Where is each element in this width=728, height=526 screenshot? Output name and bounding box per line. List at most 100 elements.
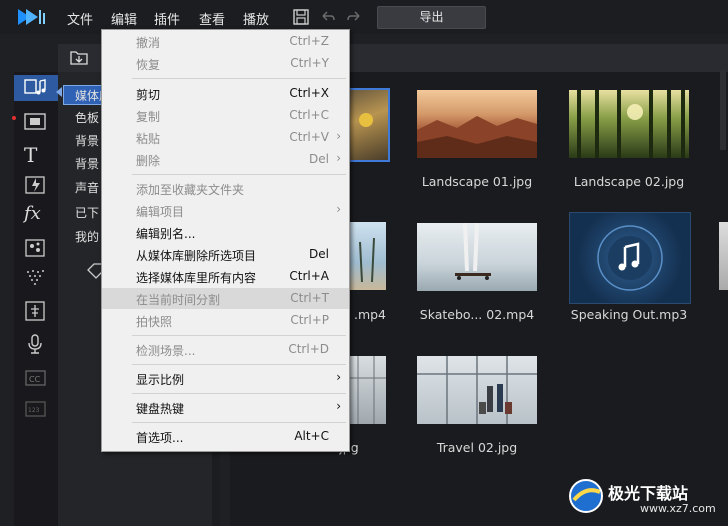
menu-item-label: 添加至收藏夹文件夹: [136, 183, 245, 197]
chapter-icon[interactable]: [24, 300, 48, 322]
save-icon[interactable]: [292, 8, 310, 26]
submenu-arrow-icon: ›: [336, 202, 341, 216]
media-thumb-travel02[interactable]: [417, 356, 537, 424]
menu-separator: [132, 335, 346, 336]
fx-icon[interactable]: fx: [24, 203, 48, 225]
video-overlay-icon[interactable]: [24, 111, 48, 133]
watermark-url: www.xz7.com: [640, 502, 716, 515]
edit-context-menu: 撤消 Ctrl+Z 恢复 Ctrl+Y 剪切 Ctrl+X 复制 Ctrl+C …: [101, 29, 350, 452]
submenu-arrow-icon: ›: [336, 129, 341, 143]
menu-item-hotkeys[interactable]: 键盘热键 ›: [102, 397, 349, 418]
menu-separator: [132, 364, 346, 365]
menu-item-shortcut: Ctrl+Z: [289, 34, 329, 48]
media-thumb-skateboard[interactable]: [417, 223, 537, 291]
import-media-icon[interactable]: [69, 48, 89, 66]
menu-item-label: 从媒体库删除所选项目: [136, 249, 257, 263]
title-icon[interactable]: T: [24, 143, 48, 167]
svg-text:CC: CC: [29, 375, 41, 384]
menu-item-label: 复制: [136, 110, 161, 124]
menu-item-shortcut: Ctrl+Y: [290, 56, 329, 70]
menu-item-shortcut: Ctrl+A: [289, 269, 329, 283]
media-caption: Landscape 02.jpg: [573, 174, 685, 189]
media-thumb-travel01[interactable]: [346, 356, 386, 424]
media-thumb-landscape01[interactable]: [417, 90, 537, 158]
menu-item-shortcut: Del: [309, 247, 329, 261]
audio-mic-icon[interactable]: [24, 333, 48, 355]
media-thumb-audio[interactable]: [569, 212, 691, 304]
tool-strip: [14, 72, 58, 526]
menu-plugins[interactable]: 插件: [154, 9, 180, 28]
media-caption: Landscape 01.jpg: [421, 174, 533, 189]
menu-item-label: 删除: [136, 154, 161, 168]
menu-item-preferences[interactable]: 首选项... Alt+C: [102, 426, 349, 447]
menu-item-edit-alias[interactable]: 编辑别名...: [102, 222, 349, 243]
menu-item-aspect-ratio[interactable]: 显示比例 ›: [102, 368, 349, 389]
media-thumb-flower[interactable]: [346, 88, 390, 162]
menu-item-label: 首选项...: [136, 431, 184, 445]
media-room-icon[interactable]: [24, 77, 48, 99]
menu-file[interactable]: 文件: [67, 9, 93, 28]
undo-icon[interactable]: [319, 8, 337, 26]
menu-item-shortcut: Alt+C: [294, 429, 329, 443]
media-caption: Skatebo... 02.mp4: [419, 307, 535, 322]
watermark-text: 极光下载站: [608, 484, 689, 503]
menu-edit[interactable]: 编辑: [111, 9, 137, 28]
menu-item-label: 在当前时间分割: [136, 293, 221, 307]
menu-item-label: 检测场景...: [136, 344, 196, 358]
selection-arrow: [56, 87, 62, 97]
menu-item-undo[interactable]: 撤消 Ctrl+Z: [102, 31, 349, 52]
menu-item-select-all[interactable]: 选择媒体库里所有内容 Ctrl+A: [102, 266, 349, 287]
media-caption: Speaking Out.mp3: [570, 307, 688, 322]
menu-item-paste[interactable]: 粘贴 Ctrl+V ›: [102, 127, 349, 148]
library-item-mine[interactable]: 我的: [75, 228, 99, 245]
menu-item-label: 键盘热键: [136, 402, 185, 416]
media-thumb-landscape02[interactable]: [569, 90, 689, 158]
redo-icon[interactable]: [345, 8, 363, 26]
menu-view[interactable]: 查看: [199, 9, 225, 28]
particle-icon[interactable]: [24, 268, 48, 290]
library-item-downloaded[interactable]: 已下: [75, 204, 99, 221]
recording-dot: [12, 116, 16, 120]
menu-item-label: 恢复: [136, 58, 161, 72]
menu-play[interactable]: 播放: [243, 9, 269, 28]
menu-item-shortcut: Ctrl+P: [290, 313, 329, 327]
app-logo-icon: [16, 7, 48, 27]
transition-icon[interactable]: [24, 174, 48, 196]
menu-item-shortcut: Ctrl+T: [290, 291, 329, 305]
library-item-color[interactable]: 色板: [75, 109, 99, 126]
menu-separator: [132, 393, 346, 394]
menu-item-shortcut: Ctrl+V: [289, 130, 329, 144]
menu-item-redo[interactable]: 恢复 Ctrl+Y: [102, 53, 349, 74]
menu-item-label: 粘贴: [136, 132, 161, 146]
media-thumb-palms[interactable]: [346, 222, 386, 290]
submenu-arrow-icon: ›: [336, 399, 341, 413]
library-item-sound[interactable]: 声音: [75, 179, 99, 196]
media-thumb-partial[interactable]: [719, 222, 728, 290]
menu-item-split-at-time[interactable]: 在当前时间分割 Ctrl+T: [102, 288, 349, 309]
menu-item-label: 剪切: [136, 88, 161, 102]
menu-item-label: 编辑别名...: [136, 227, 196, 241]
subtitle-icon[interactable]: 123: [24, 398, 48, 420]
library-item-bg1[interactable]: 背景: [75, 132, 99, 149]
menu-item-shortcut: Ctrl+D: [288, 342, 329, 356]
menu-item-remove-selected[interactable]: 从媒体库删除所选项目 Del: [102, 244, 349, 265]
menu-item-detect-scene[interactable]: 检测场景... Ctrl+D: [102, 339, 349, 360]
menu-item-delete[interactable]: 删除 Del ›: [102, 149, 349, 170]
export-button[interactable]: 导出: [377, 6, 486, 29]
menu-item-edit-project[interactable]: 编辑项目 ›: [102, 200, 349, 221]
menu-item-label: 显示比例: [136, 373, 185, 387]
cc-icon[interactable]: CC: [24, 367, 48, 389]
library-item-bg2[interactable]: 背景: [75, 155, 99, 172]
menu-item-add-favorites[interactable]: 添加至收藏夹文件夹: [102, 178, 349, 199]
watermark-logo-icon: [566, 476, 606, 516]
menu-separator: [132, 174, 346, 175]
pip-icon[interactable]: [24, 237, 48, 259]
menu-item-shortcut: Del: [309, 152, 329, 166]
menu-item-cut[interactable]: 剪切 Ctrl+X: [102, 83, 349, 104]
media-scrollbar[interactable]: [720, 70, 726, 150]
menu-item-label: 撤消: [136, 36, 161, 50]
media-caption: Travel 02.jpg: [436, 440, 518, 455]
menu-item-copy[interactable]: 复制 Ctrl+C: [102, 105, 349, 126]
menu-item-snapshot[interactable]: 拍快照 Ctrl+P: [102, 310, 349, 331]
submenu-arrow-icon: ›: [336, 370, 341, 384]
